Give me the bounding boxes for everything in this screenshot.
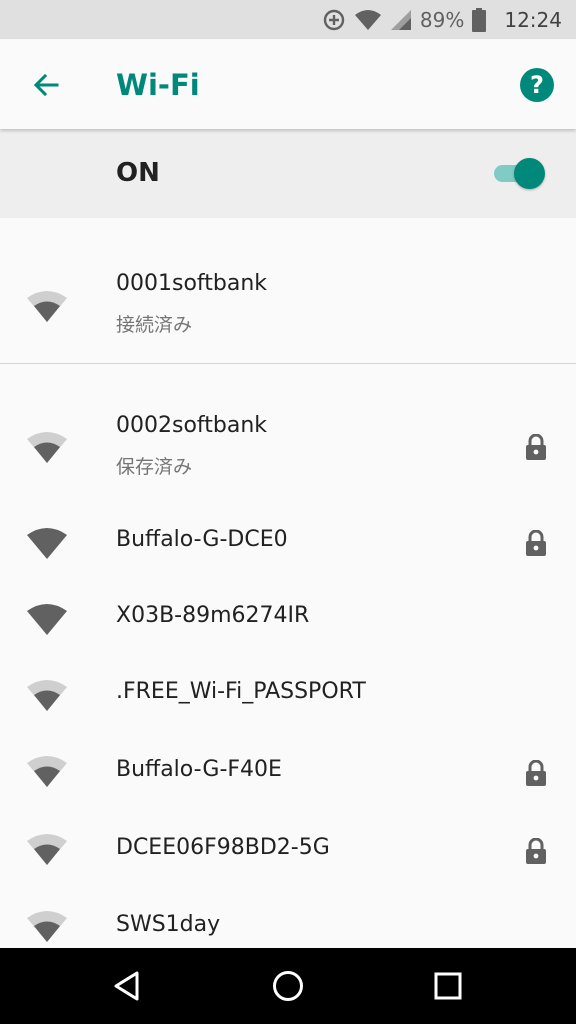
wifi-signal-strength-icon <box>27 756 67 787</box>
wifi-signal-strength-icon <box>27 911 67 942</box>
cell-signal-icon <box>390 9 411 30</box>
back-triangle-icon[interactable] <box>108 966 148 1006</box>
network-status: 保存済み <box>116 456 193 478</box>
wifi-signal-strength-icon <box>27 680 67 711</box>
lock-icon <box>526 434 546 460</box>
app-bar: Wi-Fi ? <box>0 39 576 129</box>
network-ssid: DCEE06F98BD2-5G <box>116 835 330 860</box>
list-divider <box>0 363 576 364</box>
network-ssid: 0002softbank <box>116 413 268 438</box>
back-button[interactable] <box>26 65 66 105</box>
connected-network-item[interactable]: 0001softbank 接続済み <box>0 218 576 363</box>
wifi-signal-strength-icon <box>27 604 67 635</box>
battery-percent: 89% <box>419 7 465 32</box>
wifi-toggle-switch[interactable] <box>492 156 550 190</box>
lock-icon <box>526 760 546 786</box>
network-ssid: 0001softbank <box>116 271 268 296</box>
network-ssid: .FREE_Wi-Fi_PASSPORT <box>116 679 366 704</box>
network-list-item[interactable]: .FREE_Wi-Fi_PASSPORT <box>0 657 576 733</box>
network-list-item[interactable]: Buffalo-G-F40E <box>0 733 576 811</box>
wifi-signal-icon <box>354 9 381 30</box>
wifi-master-switch-row[interactable]: ON <box>0 129 576 218</box>
status-bar: 89% 12:24 <box>0 0 576 39</box>
arrow-back-icon <box>33 73 59 97</box>
wifi-signal-strength-icon <box>27 432 67 463</box>
network-list-item[interactable]: 0002softbank 保存済み <box>0 400 576 500</box>
network-ssid: X03B-89m6274IR <box>116 603 310 628</box>
wifi-signal-strength-icon <box>27 834 67 865</box>
network-list-item[interactable]: X03B-89m6274IR <box>0 581 576 657</box>
clock: 12:24 <box>504 7 562 32</box>
recents-square-icon[interactable] <box>428 966 468 1006</box>
network-ssid: SWS1day <box>116 912 221 937</box>
wifi-signal-strength-icon <box>27 291 67 322</box>
network-list-item[interactable]: SWS1day <box>0 889 576 948</box>
wifi-signal-strength-icon <box>27 528 67 559</box>
toggle-thumb <box>514 158 545 189</box>
lock-icon <box>526 838 546 864</box>
help-icon: ? <box>530 71 544 99</box>
battery-icon <box>472 7 487 32</box>
network-list-item[interactable]: Buffalo-G-DCE0 <box>0 505 576 581</box>
network-status: 接続済み <box>116 314 193 336</box>
network-ssid: Buffalo-G-DCE0 <box>116 527 288 552</box>
data-saver-icon <box>323 9 345 30</box>
network-list-item[interactable]: DCEE06F98BD2-5G <box>0 811 576 889</box>
wifi-switch-label: ON <box>116 158 160 188</box>
help-button[interactable]: ? <box>520 68 554 102</box>
navigation-bar <box>0 948 576 1024</box>
page-title: Wi-Fi <box>116 68 200 102</box>
lock-icon <box>526 530 546 556</box>
network-ssid: Buffalo-G-F40E <box>116 757 282 782</box>
home-circle-icon[interactable] <box>268 966 308 1006</box>
